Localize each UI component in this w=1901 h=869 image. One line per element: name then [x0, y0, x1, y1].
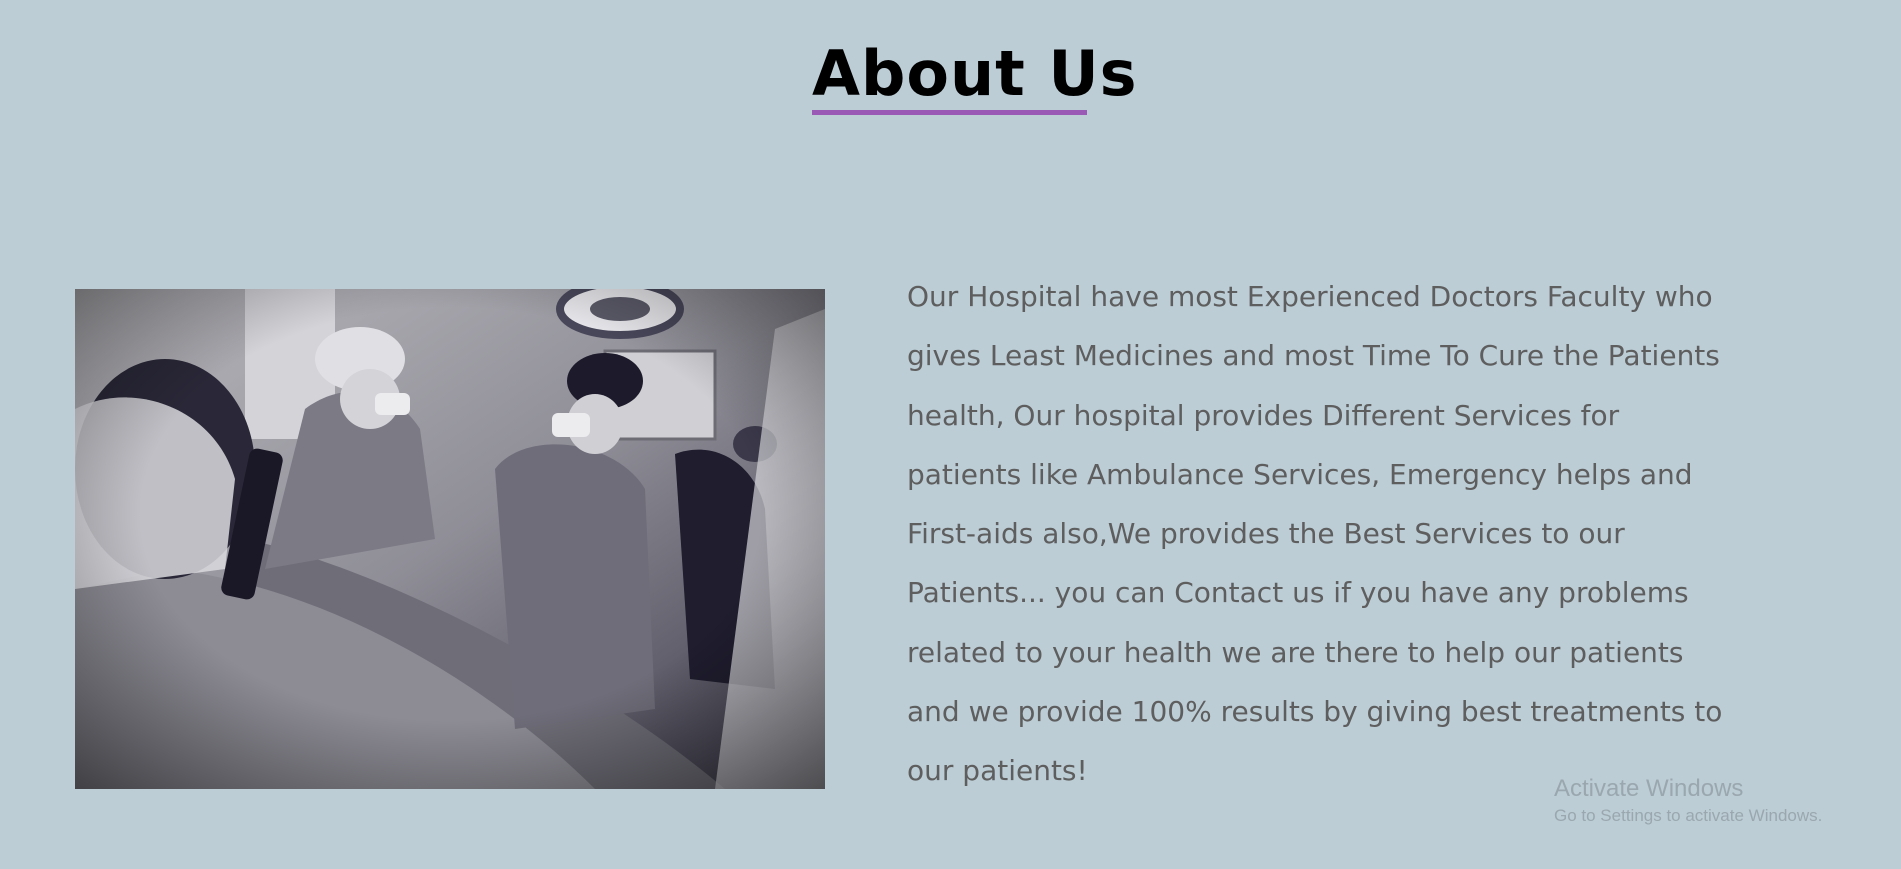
about-description: Our Hospital have most Experienced Docto… — [907, 280, 1723, 788]
surgery-photo — [75, 289, 825, 789]
watermark-subtitle: Go to Settings to activate Windows. — [1554, 806, 1823, 825]
title-underline — [812, 110, 1087, 115]
activate-windows-watermark: Activate Windows Go to Settings to activ… — [1554, 774, 1822, 827]
page-title: About Us — [812, 37, 1138, 110]
watermark-title: Activate Windows — [1554, 775, 1744, 802]
surgery-photo-illustration — [75, 289, 825, 789]
